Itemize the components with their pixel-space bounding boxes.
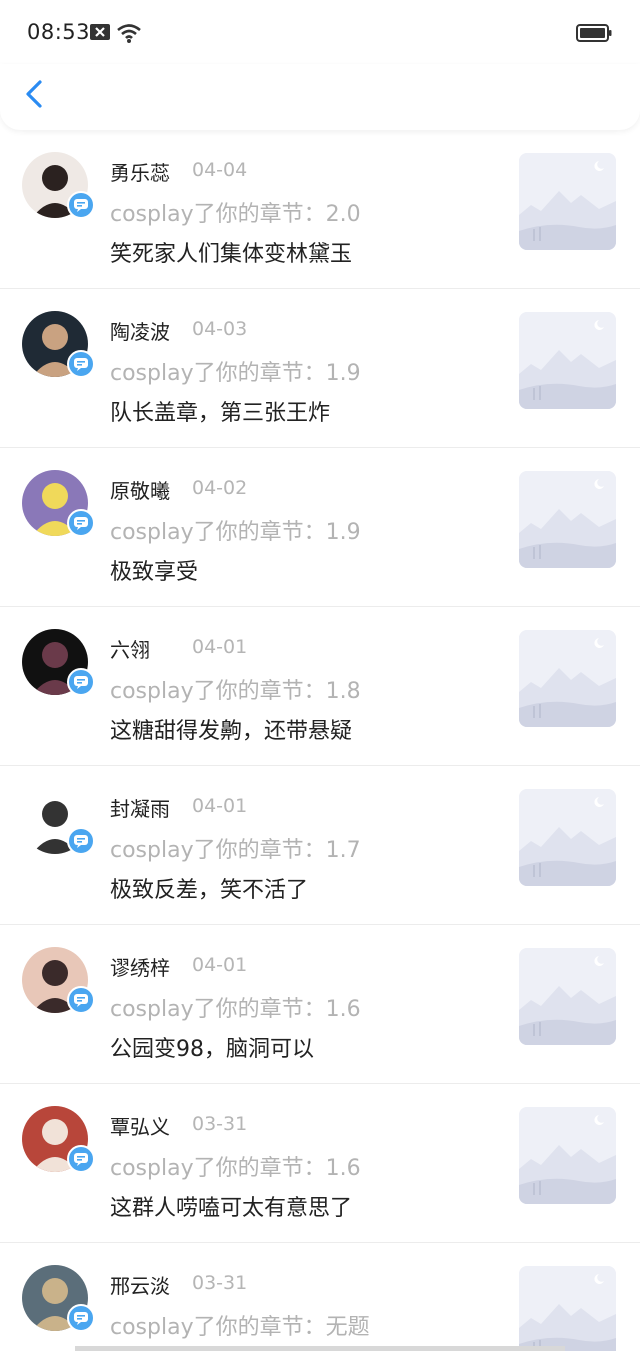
post-date: 03-31 bbox=[192, 1113, 248, 1135]
image-placeholder-icon bbox=[519, 471, 616, 568]
comment-text: 队长盖章，第三张王炸 bbox=[110, 401, 331, 426]
avatar-container[interactable] bbox=[22, 629, 95, 696]
action-text: cosplay了你的章节：无题 bbox=[110, 1315, 370, 1340]
user-name[interactable]: 勇乐蕊 bbox=[110, 157, 170, 186]
user-name[interactable]: 六翎 bbox=[110, 634, 150, 663]
battery-icon bbox=[576, 24, 612, 42]
avatar-container[interactable] bbox=[22, 947, 95, 1014]
avatar-container[interactable] bbox=[22, 470, 95, 537]
chapter-thumbnail[interactable] bbox=[519, 789, 616, 886]
image-placeholder-icon bbox=[519, 312, 616, 409]
avatar-container[interactable] bbox=[22, 1106, 95, 1173]
list-item[interactable]: 封凝雨 04-01 cosplay了你的章节：1.7 极致反差，笑不活了 bbox=[0, 766, 640, 925]
close-notification-icon bbox=[90, 24, 110, 40]
action-text: cosplay了你的章节：1.7 bbox=[110, 838, 361, 863]
list-item[interactable]: 陶凌波 04-03 cosplay了你的章节：1.9 队长盖章，第三张王炸 bbox=[0, 289, 640, 448]
avatar-container[interactable] bbox=[22, 311, 95, 378]
list-item[interactable]: 六翎 04-01 cosplay了你的章节：1.8 这糖甜得发齁，还带悬疑 bbox=[0, 607, 640, 766]
image-placeholder-icon bbox=[519, 789, 616, 886]
notification-list: 勇乐蕊 04-04 cosplay了你的章节：2.0 笑死家人们集体变林黛玉 陶… bbox=[0, 130, 640, 1351]
image-placeholder-icon bbox=[519, 1107, 616, 1204]
comment-badge-icon bbox=[67, 668, 95, 696]
user-name[interactable]: 封凝雨 bbox=[110, 793, 170, 822]
image-placeholder-icon bbox=[519, 948, 616, 1045]
comment-badge-icon bbox=[67, 509, 95, 537]
comment-text: 这糖甜得发齁，还带悬疑 bbox=[110, 719, 353, 744]
chapter-thumbnail[interactable] bbox=[519, 1107, 616, 1204]
comment-text: 极致享受 bbox=[110, 560, 199, 585]
user-name[interactable]: 谬绣梓 bbox=[110, 952, 170, 981]
chapter-thumbnail[interactable] bbox=[519, 630, 616, 727]
chevron-left-icon bbox=[26, 80, 42, 108]
nav-bar bbox=[0, 64, 640, 130]
comment-text: 笑死家人们集体变林黛玉 bbox=[110, 242, 353, 267]
chapter-thumbnail[interactable] bbox=[519, 471, 616, 568]
wifi-icon bbox=[116, 22, 142, 44]
user-name[interactable]: 邢云淡 bbox=[110, 1270, 170, 1299]
post-date: 04-04 bbox=[192, 159, 248, 181]
comment-text: 这群人唠嗑可太有意思了 bbox=[110, 1196, 353, 1221]
comment-badge-icon bbox=[67, 1304, 95, 1332]
avatar-container[interactable] bbox=[22, 1265, 95, 1332]
user-name[interactable]: 覃弘义 bbox=[110, 1111, 170, 1140]
chapter-thumbnail[interactable] bbox=[519, 1266, 616, 1351]
image-placeholder-icon bbox=[519, 630, 616, 727]
chapter-thumbnail[interactable] bbox=[519, 153, 616, 250]
list-item[interactable]: 谬绣梓 04-01 cosplay了你的章节：1.6 公园变98，脑洞可以 bbox=[0, 925, 640, 1084]
comment-text: 公园变98，脑洞可以 bbox=[110, 1037, 314, 1062]
post-date: 04-03 bbox=[192, 318, 248, 340]
comment-badge-icon bbox=[67, 986, 95, 1014]
list-item[interactable]: 勇乐蕊 04-04 cosplay了你的章节：2.0 笑死家人们集体变林黛玉 bbox=[0, 130, 640, 289]
action-text: cosplay了你的章节：2.0 bbox=[110, 202, 361, 227]
action-text: cosplay了你的章节：1.9 bbox=[110, 361, 361, 386]
list-item[interactable]: 覃弘义 03-31 cosplay了你的章节：1.6 这群人唠嗑可太有意思了 bbox=[0, 1084, 640, 1243]
image-placeholder-icon bbox=[519, 153, 616, 250]
back-button[interactable] bbox=[20, 74, 50, 114]
action-text: cosplay了你的章节：1.8 bbox=[110, 679, 361, 704]
avatar-container[interactable] bbox=[22, 788, 95, 855]
action-text: cosplay了你的章节：1.6 bbox=[110, 997, 361, 1022]
user-name[interactable]: 陶凌波 bbox=[110, 316, 170, 345]
chapter-thumbnail[interactable] bbox=[519, 312, 616, 409]
user-name[interactable]: 原敬曦 bbox=[110, 475, 170, 504]
chapter-thumbnail[interactable] bbox=[519, 948, 616, 1045]
comment-badge-icon bbox=[67, 1145, 95, 1173]
post-date: 04-01 bbox=[192, 636, 248, 658]
comment-badge-icon bbox=[67, 191, 95, 219]
comment-badge-icon bbox=[67, 350, 95, 378]
list-item[interactable]: 邢云淡 03-31 cosplay了你的章节：无题 bbox=[0, 1243, 640, 1351]
list-item[interactable]: 原敬曦 04-02 cosplay了你的章节：1.9 极致享受 bbox=[0, 448, 640, 607]
action-text: cosplay了你的章节：1.9 bbox=[110, 520, 361, 545]
status-time: 08:53 bbox=[27, 20, 91, 44]
image-placeholder-icon bbox=[519, 1266, 616, 1351]
home-indicator bbox=[75, 1346, 565, 1351]
action-text: cosplay了你的章节：1.6 bbox=[110, 1156, 361, 1181]
post-date: 04-02 bbox=[192, 477, 248, 499]
post-date: 04-01 bbox=[192, 954, 248, 976]
post-date: 04-01 bbox=[192, 795, 248, 817]
comment-badge-icon bbox=[67, 827, 95, 855]
avatar-container[interactable] bbox=[22, 152, 95, 219]
comment-text: 极致反差，笑不活了 bbox=[110, 878, 309, 903]
status-bar: 08:53 bbox=[0, 0, 640, 64]
post-date: 03-31 bbox=[192, 1272, 248, 1294]
